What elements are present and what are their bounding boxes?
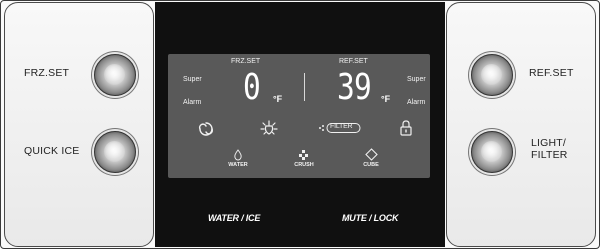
light-filter-button[interactable] <box>471 131 513 173</box>
quick-ice-label: QUICK ICE <box>24 145 80 157</box>
fridge-unit: °F <box>381 94 391 104</box>
quick-ice-button[interactable] <box>94 131 136 173</box>
water-ice-button[interactable]: WATER / ICE <box>208 213 260 223</box>
crush-label: CRUSH <box>294 162 314 168</box>
frz-set-button[interactable] <box>94 54 136 96</box>
water-label: WATER <box>228 162 248 168</box>
ref-set-button[interactable] <box>471 54 513 96</box>
ref-set-label: REF.SET <box>529 67 574 79</box>
left-side-panel <box>4 2 154 247</box>
fridge-alarm-label: Alarm <box>407 99 426 106</box>
fridge-super-label: Super <box>407 76 426 83</box>
right-side-panel <box>446 2 596 247</box>
lock-icon <box>400 120 412 136</box>
freezer-alarm-label: Alarm <box>183 99 202 106</box>
fan-icon <box>198 122 214 136</box>
freezer-temperature: 0 <box>243 67 261 108</box>
light-filter-label-line2: FILTER <box>531 149 568 161</box>
display-divider <box>304 73 305 101</box>
water-drop-icon <box>234 149 242 161</box>
crushed-ice-icon <box>299 150 308 160</box>
freezer-header: FRZ.SET <box>231 58 261 65</box>
ice-cube-icon <box>365 148 378 161</box>
fridge-header: REF.SET <box>339 58 368 65</box>
light-bulb-icon <box>260 120 278 135</box>
mute-lock-button[interactable]: MUTE / LOCK <box>342 213 398 223</box>
freezer-super-label: Super <box>183 76 202 83</box>
fridge-temperature: 39 <box>337 67 372 108</box>
filter-label: FILTER <box>330 123 353 130</box>
freezer-unit: °F <box>273 94 283 104</box>
frz-set-label: FRZ.SET <box>24 67 70 79</box>
cube-label: CUBE <box>363 162 379 168</box>
light-filter-label-line1: LIGHT/ <box>531 137 567 149</box>
